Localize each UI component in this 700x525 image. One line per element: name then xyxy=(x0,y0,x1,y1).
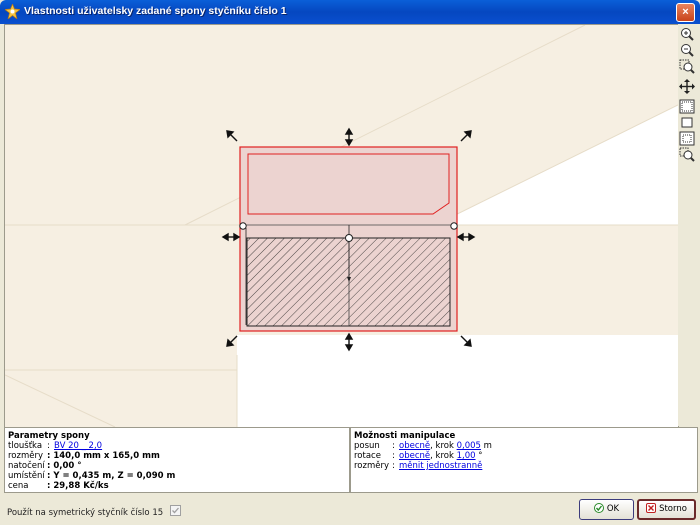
handle-center[interactable] xyxy=(345,234,353,242)
zoom-extents-icon[interactable] xyxy=(679,131,695,146)
move-step-text: , krok xyxy=(430,441,454,451)
thickness-label: tloušťka xyxy=(8,441,43,451)
move-mode-link[interactable]: obecně xyxy=(399,441,430,451)
rotate-step-text: , krok xyxy=(430,451,454,461)
cancel-x-icon xyxy=(646,503,657,513)
close-button[interactable]: × xyxy=(676,3,695,22)
fit-all-icon[interactable] xyxy=(679,99,695,114)
symmetric-option: Použít na symetrický styčník číslo 15 xyxy=(7,505,181,518)
hatched-member xyxy=(246,237,451,327)
drawing-canvas[interactable] xyxy=(4,24,679,428)
handle-left[interactable] xyxy=(239,222,247,230)
zoom-previous-icon[interactable] xyxy=(679,147,695,162)
zoom-in-icon[interactable] xyxy=(679,27,695,42)
symmetric-checkbox[interactable] xyxy=(169,505,181,516)
placement-label: umístění xyxy=(8,471,45,481)
cancel-button[interactable]: Storno xyxy=(637,499,696,520)
rotate-arrow-bottom-right[interactable] xyxy=(460,335,472,347)
window-title: Vlastnosti uživatelsky zadané spony styč… xyxy=(24,5,287,17)
resize-arrow-bottom[interactable] xyxy=(344,332,354,352)
cancel-label: Storno xyxy=(659,504,687,514)
placement-value: : Y = 0,435 m, Z = 0,090 m xyxy=(47,471,176,481)
fit-selection-icon[interactable] xyxy=(679,115,695,130)
move-unit: m xyxy=(483,441,492,451)
dims-value: : 140,0 mm x 165,0 mm xyxy=(47,451,160,461)
handle-right[interactable] xyxy=(450,222,458,230)
zoom-window-icon[interactable] xyxy=(679,59,695,74)
checkmark-icon xyxy=(171,507,179,514)
thickness-link[interactable]: BV 20 _ 2,0 xyxy=(54,441,102,451)
pan-icon[interactable] xyxy=(679,79,695,94)
symmetric-label: Použít na symetrický styčník číslo 15 xyxy=(7,508,164,518)
size-label: rozměry xyxy=(354,461,390,471)
app-icon xyxy=(5,4,20,19)
params-panel: Parametry spony tloušťka : BV 20 _ 2,0 r… xyxy=(4,427,350,493)
ok-label: OK xyxy=(606,504,620,514)
title-bar: Vlastnosti uživatelsky zadané spony styč… xyxy=(0,0,700,24)
move-label: posun xyxy=(354,441,380,451)
params-title: Parametry spony xyxy=(8,431,90,441)
manipulation-panel: Možnosti manipulace posun : obecně, krok… xyxy=(350,427,698,493)
rotate-unit: ° xyxy=(478,451,483,461)
dialog-window: Vlastnosti uživatelsky zadané spony styč… xyxy=(0,0,700,525)
size-mode-link[interactable]: měnit jednostranně xyxy=(399,461,482,471)
thickness-sep: : xyxy=(47,441,50,451)
rotate-step-link[interactable]: 1,00 xyxy=(457,451,476,461)
dims-label: rozměry xyxy=(8,451,44,461)
move-step-link[interactable]: 0,005 xyxy=(457,441,481,451)
rotate-mode-link[interactable]: obecně xyxy=(399,451,430,461)
manipulation-title: Možnosti manipulace xyxy=(354,431,456,441)
rotation-value: : 0,00 ° xyxy=(47,461,82,471)
ok-check-icon xyxy=(593,503,604,513)
price-label: cena xyxy=(8,481,29,491)
drawing-svg xyxy=(5,25,678,427)
ok-button[interactable]: OK xyxy=(579,499,634,520)
rotate-label: rotace xyxy=(354,451,381,461)
rotation-label: natočení xyxy=(8,461,45,471)
zoom-out-icon[interactable] xyxy=(679,43,695,58)
price-value: : 29,88 Kč/ks xyxy=(47,481,109,491)
view-toolbar xyxy=(678,24,696,426)
